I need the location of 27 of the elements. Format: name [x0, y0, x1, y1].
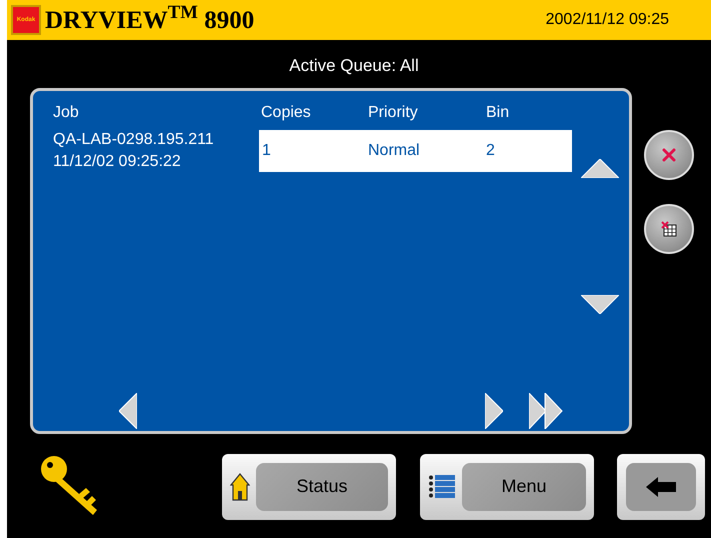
job-time: 11/12/02 09:25:22	[53, 152, 182, 172]
date-time: 2002/11/12 09:25	[546, 10, 669, 30]
cancel-button[interactable]	[644, 130, 694, 180]
delete-all-button[interactable]	[644, 204, 694, 254]
list-icon	[428, 472, 456, 500]
queue-title: Active Queue: All	[289, 55, 419, 77]
next-arrow[interactable]	[485, 392, 503, 428]
scroll-down-arrow[interactable]	[581, 294, 619, 314]
column-header: Priority	[368, 102, 419, 122]
previous-arrow[interactable]	[119, 392, 137, 428]
product-title: DRYVIEW$^{TM}$ 8900	[45, 8, 254, 32]
table-cell-text: 2	[486, 140, 495, 160]
column-header: Job	[53, 102, 80, 122]
table-cell-text: Normal	[368, 140, 421, 160]
scroll-up-arrow[interactable]	[581, 158, 619, 178]
fast-forward-icon[interactable]	[529, 392, 563, 428]
column-header: Bin	[486, 102, 510, 122]
column-header: Copies	[261, 102, 312, 122]
nav-button[interactable]: Status	[222, 454, 396, 520]
close-icon	[662, 148, 676, 162]
back-button[interactable]	[617, 454, 705, 520]
grid-delete-icon	[661, 220, 677, 236]
table-cell-text: 1	[261, 140, 272, 160]
job-name: QA-LAB-0298.195.211	[53, 130, 215, 150]
house-icon	[230, 472, 250, 502]
nav-button[interactable]: Menu	[420, 454, 594, 520]
back-arrow-icon	[646, 476, 676, 496]
